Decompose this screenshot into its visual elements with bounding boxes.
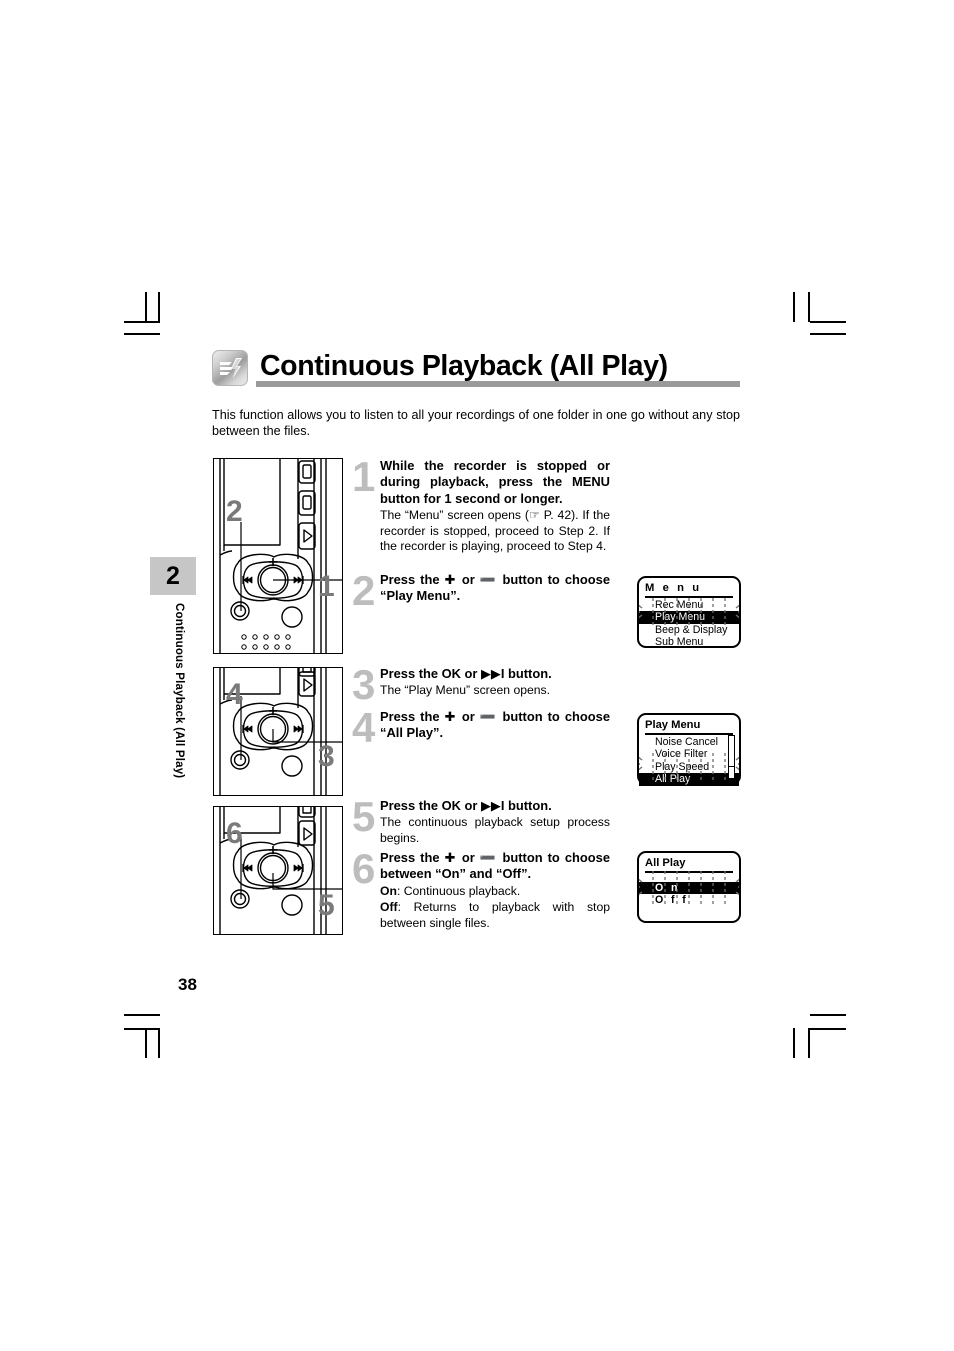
menu-item-rec-menu[interactable]: Rec Menu — [645, 599, 733, 611]
step-1-number: 1 — [352, 453, 376, 500]
header-rule — [256, 381, 740, 387]
all-play-option-off[interactable]: O f f — [645, 894, 733, 906]
all-play-screen-title: All Play — [645, 857, 733, 873]
step-6-note-on: On: Continuous playback. — [380, 884, 610, 899]
callout-number-5: 5 — [318, 889, 335, 922]
crop-mark-bottom-left-h2 — [124, 1028, 160, 1030]
off-text: : Returns to playback with stop between … — [380, 900, 610, 930]
crop-mark-bottom-left-v2 — [158, 1028, 160, 1058]
crop-mark-top-left-v1 — [145, 292, 147, 322]
play-menu-item-noise-cancel[interactable]: Noise Cancel — [645, 736, 733, 748]
step-5-instruction: Press the OK or ▶▶I button. — [380, 798, 552, 813]
step-6-instruction: Press the ✚ or ➖ button to choose betwee… — [380, 850, 610, 882]
step-2-instruction: Press the ✚ or ➖ button to choose “Play … — [380, 572, 610, 604]
step-3-number: 3 — [352, 661, 376, 708]
step-3-note: The “Play Menu” screen opens. — [380, 683, 551, 698]
step-6: 6 Press the ✚ or ➖ button to choose betw… — [352, 845, 610, 931]
menu-item-play-menu[interactable]: Play Menu — [639, 611, 739, 624]
crop-mark-bottom-left-h1 — [124, 1014, 160, 1016]
page-title: Continuous Playback (All Play) — [260, 350, 668, 382]
callout-number-6: 6 — [226, 817, 243, 850]
crop-mark-bottom-right-h1 — [810, 1014, 846, 1016]
step-4-instruction: Press the ✚ or ➖ button to choose “All P… — [380, 709, 610, 741]
crop-mark-bottom-right-v1 — [793, 1028, 795, 1058]
callout-number-4: 4 — [226, 678, 243, 711]
callout-number-2: 2 — [226, 495, 243, 528]
crop-mark-top-left-h2 — [124, 333, 160, 335]
step-2-number: 2 — [352, 567, 376, 614]
on-label: On — [380, 883, 397, 898]
crop-mark-top-right-v1 — [793, 292, 795, 322]
play-menu-screen-title: Play Menu — [645, 719, 733, 735]
step-5: 5 Press the OK or ▶▶I button. The contin… — [352, 793, 610, 846]
crop-mark-top-left-v2 — [158, 292, 160, 322]
step-1-note: The “Menu” screen opens (☞ P. 42). If th… — [380, 508, 610, 554]
play-menu-item-all-play[interactable]: All Play — [639, 773, 739, 786]
step-2: 2 Press the ✚ or ➖ button to choose “Pla… — [352, 570, 610, 612]
play-menu-item-play-speed[interactable]: Play Speed — [645, 761, 733, 773]
crop-mark-top-right-h2 — [810, 333, 846, 335]
step-1: 1 While the recorder is stopped or durin… — [352, 453, 610, 554]
intro-paragraph: This function allows you to listen to al… — [212, 408, 740, 438]
crop-mark-top-left-h1 — [124, 321, 160, 323]
play-menu-screen: Play Menu Noise Cancel Voice Filter Play… — [637, 713, 741, 786]
menu-screen: M e n u Rec Menu Play Menu Beep & Displa… — [637, 576, 741, 648]
crop-mark-top-right-v2 — [808, 292, 810, 322]
crop-mark-bottom-left-v1 — [145, 1028, 147, 1058]
scrollbar[interactable] — [728, 735, 735, 779]
playback-sound-icon — [212, 350, 248, 386]
step-4: 4 Press the ✚ or ➖ button to choose “All… — [352, 707, 610, 749]
on-text: : Continuous playback. — [396, 883, 521, 898]
crop-mark-bottom-right-h2 — [810, 1028, 846, 1030]
chapter-vertical-label: Continuous Playback (All Play) — [173, 603, 185, 779]
recorder-figure-2: 4 — [213, 667, 343, 796]
step-3-instruction: Press the OK or ▶▶I button. — [380, 666, 552, 681]
step-5-number: 5 — [352, 793, 376, 840]
chapter-tab-number: 2 — [166, 562, 180, 590]
page-number: 38 — [178, 975, 197, 994]
menu-item-sub-menu[interactable]: Sub Menu — [645, 636, 733, 648]
all-play-option-on[interactable]: O n — [639, 882, 739, 895]
callout-number-3: 3 — [318, 740, 335, 773]
callout-number-1: 1 — [318, 570, 335, 603]
play-menu-item-voice-filter[interactable]: Voice Filter — [645, 748, 733, 760]
step-1-instruction: While the recorder is stopped or during … — [380, 458, 610, 506]
chapter-tab: 2 — [150, 557, 196, 595]
menu-item-beep-display[interactable]: Beep & Display — [645, 624, 733, 636]
crop-mark-bottom-right-v2 — [808, 1028, 810, 1058]
recorder-figure-1: 2 — [213, 458, 343, 654]
menu-screen-title: M e n u — [645, 582, 733, 598]
step-4-number: 4 — [352, 704, 376, 751]
step-5-note: The continuous playback setup process be… — [380, 815, 610, 845]
all-play-screen: All Play O n O f f — [637, 851, 741, 923]
crop-mark-top-right-h1 — [810, 321, 846, 323]
step-6-note-off: Off: Returns to playback with stop betwe… — [380, 900, 610, 931]
step-3: 3 Press the OK or ▶▶I button. The “Play … — [352, 664, 610, 706]
step-6-number: 6 — [352, 845, 376, 892]
scrollbar-thumb[interactable] — [729, 736, 734, 767]
off-label: Off — [380, 900, 398, 915]
